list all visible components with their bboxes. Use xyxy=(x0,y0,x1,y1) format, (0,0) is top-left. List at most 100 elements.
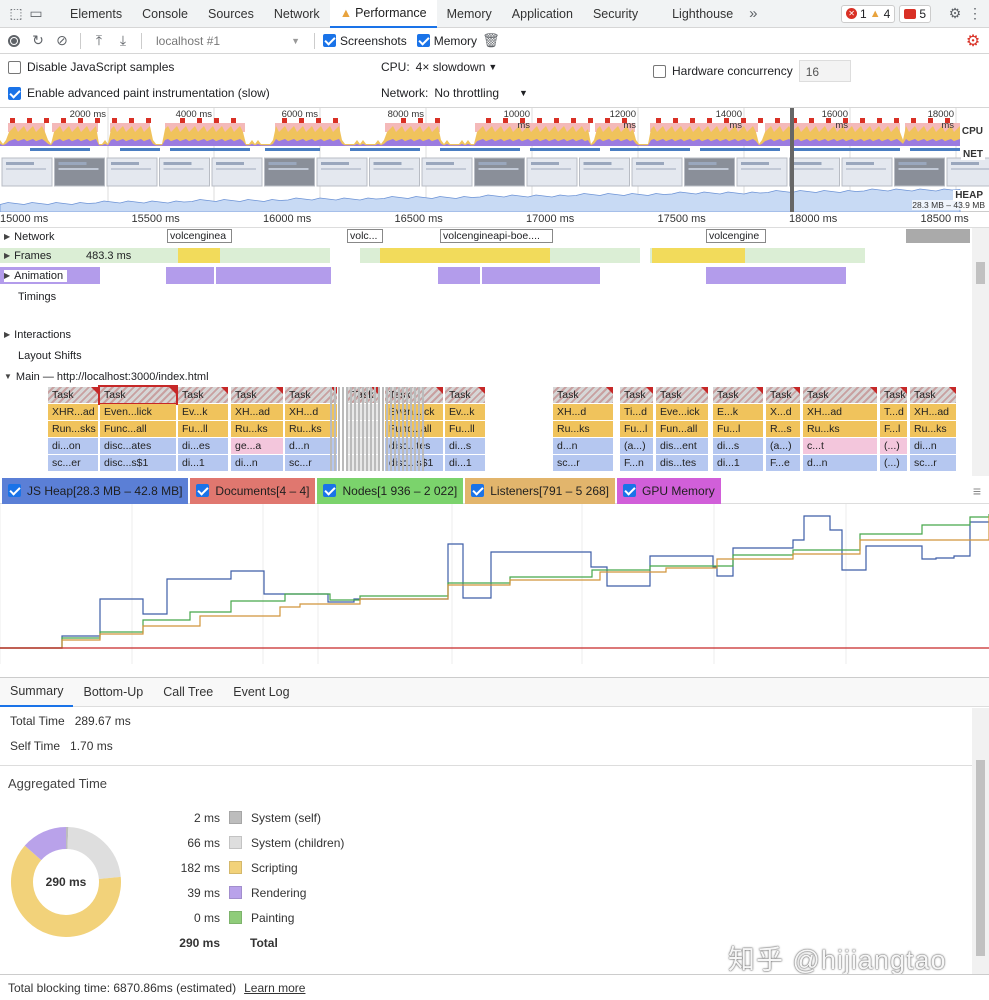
animation-bar[interactable] xyxy=(438,267,480,284)
counter-toggle[interactable]: Nodes[1 936 – 2 022] xyxy=(317,477,464,504)
counter-checkbox[interactable] xyxy=(623,484,637,497)
task-block[interactable]: Task xyxy=(713,387,763,403)
counter-toggle[interactable]: GPU Memory xyxy=(617,477,721,504)
flame-entry[interactable]: XH...ad xyxy=(910,404,956,420)
animation-bar[interactable] xyxy=(482,267,600,284)
flame-entry[interactable]: dis...tes xyxy=(656,455,708,471)
flame-entry[interactable]: Even...lick xyxy=(100,404,176,420)
hardware-concurrency-input[interactable]: 16 xyxy=(798,60,851,82)
flame-entry[interactable]: XH...ad xyxy=(803,404,877,420)
tab-summary[interactable]: Summary xyxy=(0,677,74,707)
flame-entry[interactable]: (...) xyxy=(880,438,907,454)
tab-network[interactable]: Network xyxy=(264,0,330,28)
timeline-overview[interactable]: 2000 ms 4000 ms 6000 ms 8000 ms 10000 ms 1200… xyxy=(0,108,989,212)
network-track[interactable]: ▶ Network volcenginea volc... volcengineapi… xyxy=(0,228,972,245)
gear-icon[interactable]: ⚙ xyxy=(945,4,965,24)
network-request-bar[interactable] xyxy=(906,229,970,243)
issues-badge[interactable]: 5 xyxy=(899,4,931,23)
task-block[interactable]: Task xyxy=(98,385,178,405)
tab-memory[interactable]: Memory xyxy=(437,0,502,28)
flame-entry[interactable]: Fu...ll xyxy=(445,421,485,437)
task-block[interactable]: Task xyxy=(766,387,800,403)
main-thread-track[interactable]: ▼ Main — http://localhost:3000/index.html xyxy=(0,368,972,385)
screenshots-checkbox[interactable] xyxy=(323,34,336,47)
task-block[interactable]: Task xyxy=(620,387,653,403)
network-request-bar[interactable]: volcenginea xyxy=(167,229,232,243)
flame-entry[interactable]: F...n xyxy=(620,455,653,471)
flame-entry[interactable]: Ru...ks xyxy=(910,421,956,437)
animation-bar[interactable] xyxy=(216,267,331,284)
network-throttle-select[interactable]: No throttling ▼ xyxy=(434,86,528,100)
expand-triangle-icon[interactable]: ▶ xyxy=(4,330,10,339)
flame-entry[interactable]: di...es xyxy=(178,438,228,454)
main-flamechart[interactable]: Task XHR...ad Run...sks di...on sc...er Task E… xyxy=(0,385,972,476)
task-block[interactable]: Task xyxy=(880,387,907,403)
expand-triangle-icon[interactable]: ▶ xyxy=(4,251,10,260)
upload-icon[interactable]: ⤒ xyxy=(89,31,109,51)
flame-entry[interactable]: Ru...ks xyxy=(231,421,283,437)
flame-entry[interactable]: di...1 xyxy=(445,455,485,471)
flame-entry[interactable]: ge...a xyxy=(231,438,283,454)
network-request-bar[interactable]: volcengineapi-boe.... xyxy=(440,229,553,243)
flame-entry[interactable]: disc...ates xyxy=(100,438,176,454)
collapse-triangle-icon[interactable]: ▼ xyxy=(4,372,12,381)
flame-entry[interactable]: di...1 xyxy=(713,455,763,471)
flame-entry[interactable]: Fu...l xyxy=(620,421,653,437)
layout-shifts-track[interactable]: Layout Shifts xyxy=(0,347,972,364)
timings-track[interactable]: Timings xyxy=(0,288,972,305)
tab-call-tree[interactable]: Call Tree xyxy=(153,677,223,707)
task-block[interactable]: Task xyxy=(231,387,283,403)
flame-entry[interactable]: di...s xyxy=(445,438,485,454)
flame-entry[interactable]: Eve...ick xyxy=(656,404,708,420)
flame-entry[interactable]: Fu...l xyxy=(713,421,763,437)
tab-elements[interactable]: Elements xyxy=(60,0,132,28)
flame-entry[interactable]: sc...r xyxy=(553,455,613,471)
flame-entry[interactable]: di...s xyxy=(713,438,763,454)
task-block[interactable]: Task xyxy=(553,387,613,403)
flame-entry[interactable]: disc...s$1 xyxy=(100,455,176,471)
scrollbar-thumb[interactable] xyxy=(976,760,985,956)
flamechart-tracks[interactable]: ▶ Network volcenginea volc... volcengineapi… xyxy=(0,228,989,476)
capture-settings-gear-icon[interactable]: ⚙ xyxy=(963,31,983,51)
clear-icon[interactable]: ⊘ xyxy=(52,31,72,51)
frame-bar[interactable] xyxy=(380,248,550,263)
flame-entry[interactable]: R...s xyxy=(766,421,800,437)
memory-checkbox[interactable] xyxy=(416,34,430,47)
counter-toggle[interactable]: Listeners[791 – 5 268] xyxy=(465,477,616,504)
tab-performance[interactable]: ▲ Performance xyxy=(329,0,437,28)
record-icon[interactable] xyxy=(4,31,24,51)
flame-entry[interactable]: Ev...k xyxy=(178,404,228,420)
flame-entry[interactable]: T...d xyxy=(880,404,907,420)
flame-entry[interactable]: Fu...ll xyxy=(178,421,228,437)
frame-bar[interactable] xyxy=(178,248,220,263)
flame-entry[interactable]: c...t xyxy=(803,438,877,454)
device-toolbar-icon[interactable]: ▭ xyxy=(26,4,46,24)
tracks-scrollbar[interactable] xyxy=(972,228,989,476)
profile-select[interactable]: localhost #1 ▼ xyxy=(150,31,306,51)
flame-entry[interactable]: di...on xyxy=(48,438,98,454)
network-request-bar[interactable]: volc... xyxy=(347,229,383,243)
flame-entry[interactable]: F...l xyxy=(880,421,907,437)
download-icon[interactable]: ⤓ xyxy=(113,31,133,51)
flame-entry[interactable]: di...n xyxy=(910,438,956,454)
task-block[interactable]: Task xyxy=(445,387,485,403)
tab-application[interactable]: Application xyxy=(502,0,583,28)
counter-toggle[interactable]: Documents[4 – 4] xyxy=(190,477,316,504)
flame-entry[interactable]: d...n xyxy=(553,438,613,454)
flame-entry[interactable]: Ev...k xyxy=(445,404,485,420)
counter-toggle[interactable]: JS Heap[28.3 MB – 42.8 MB] xyxy=(2,477,189,504)
flame-entry[interactable]: Run...sks xyxy=(48,421,98,437)
disable-js-samples-checkbox[interactable] xyxy=(8,60,21,74)
flame-entry[interactable]: XHR...ad xyxy=(48,404,98,420)
flame-entry[interactable]: di...1 xyxy=(178,455,228,471)
task-block[interactable]: Task xyxy=(48,387,98,403)
hardware-concurrency-checkbox[interactable] xyxy=(653,64,666,78)
flame-entry[interactable]: Func...all xyxy=(100,421,176,437)
frame-bar[interactable] xyxy=(652,248,745,263)
counter-checkbox[interactable] xyxy=(471,484,485,497)
flame-entry[interactable]: di...n xyxy=(231,455,283,471)
frames-track[interactable]: ▶ Frames 483.3 ms xyxy=(0,247,972,264)
task-block[interactable]: Task xyxy=(910,387,956,403)
flame-entry[interactable]: (a...) xyxy=(766,438,800,454)
task-block[interactable]: Task xyxy=(656,387,708,403)
